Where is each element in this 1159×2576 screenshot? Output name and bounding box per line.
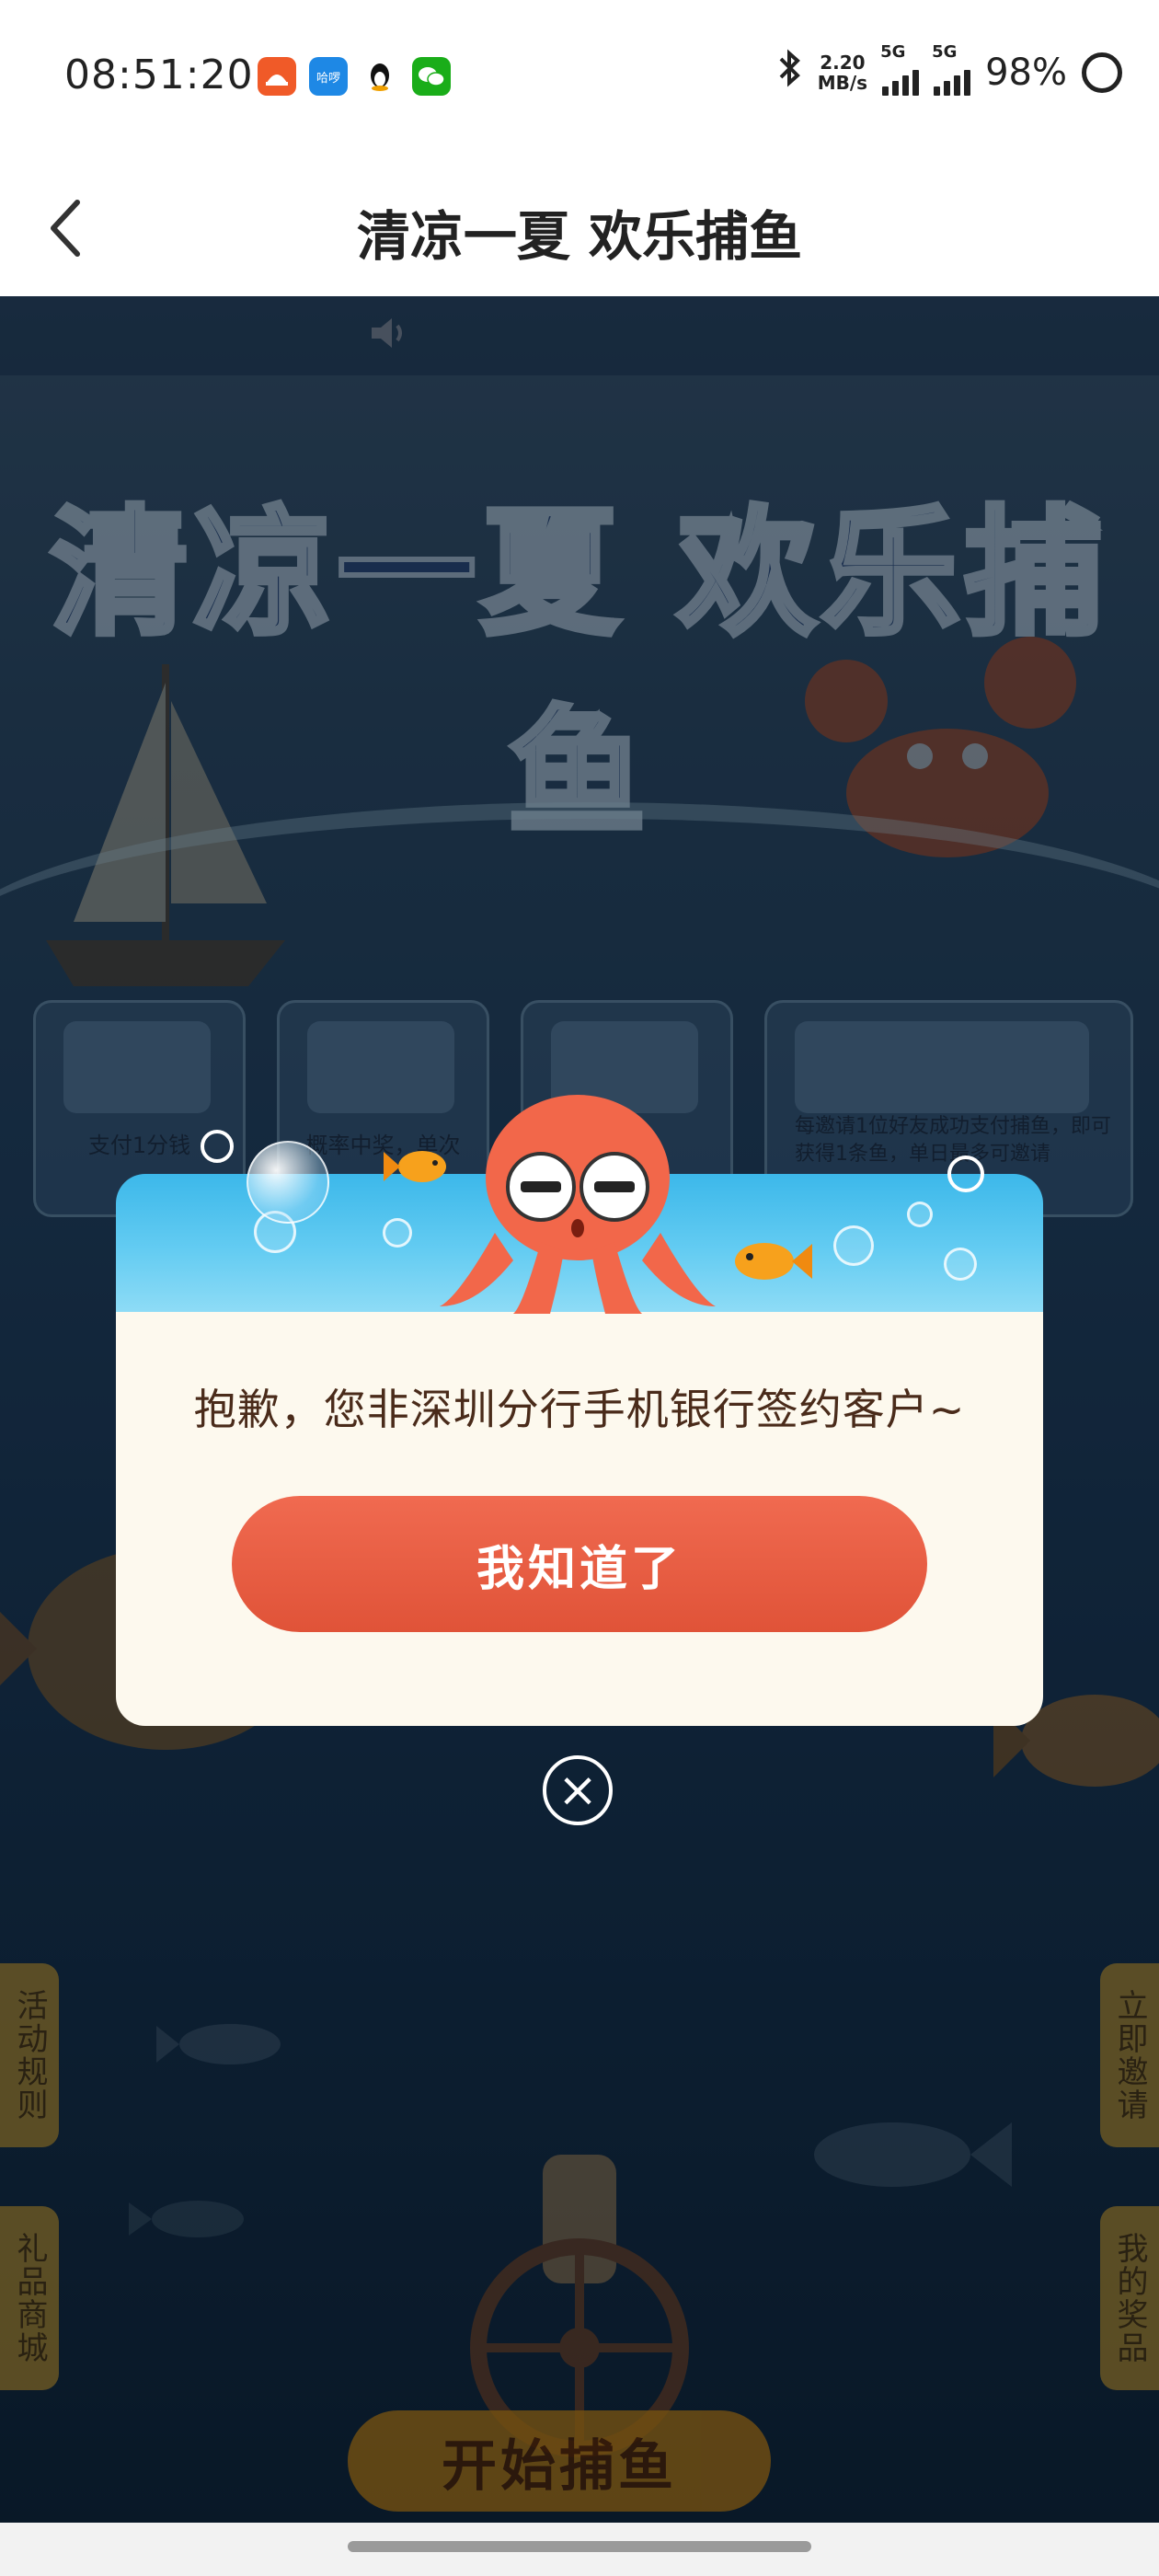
signal-icon: 5G: [932, 42, 971, 96]
signal-type-label: 5G: [932, 42, 958, 62]
bubble-decoration: [944, 1248, 977, 1281]
dialog-message: 抱歉，您非深圳分行手机银行签约客户~: [193, 1385, 966, 1434]
goldfish-icon: [735, 1243, 812, 1280]
signal-bar: [892, 81, 900, 96]
network-speed: 2.20 MB/s: [818, 52, 867, 93]
close-dialog-button[interactable]: ×: [543, 1755, 613, 1825]
confirm-button[interactable]: 我知道了: [232, 1496, 927, 1632]
hat-app-icon: [258, 57, 296, 96]
signal-bar: [912, 70, 920, 96]
page-title: 清凉一夏 欢乐捕鱼: [356, 205, 803, 268]
signal-bar: [902, 75, 910, 96]
bubble-decoration: [907, 1202, 933, 1227]
status-time: 08:51:20: [64, 52, 254, 98]
bubble-decoration: [383, 1218, 412, 1248]
octopus-mascot-icon: [440, 1095, 716, 1314]
signal-bar: [882, 86, 889, 96]
status-bar: 08:51:20 哈啰 2.20 MB/s 5G 5G 98%: [0, 0, 1159, 156]
bubble-decoration: [201, 1130, 234, 1163]
home-indicator[interactable]: [348, 2541, 811, 2552]
network-speed-unit: MB/s: [817, 72, 868, 94]
wechat-icon: [412, 57, 451, 96]
hello-app-label: 哈啰: [316, 71, 340, 86]
signal-type-label: 5G: [880, 42, 906, 62]
close-icon: ×: [557, 1763, 598, 1818]
signal-bar: [944, 81, 951, 96]
network-speed-value: 2.20: [820, 52, 866, 74]
system-nav-bar: [0, 2523, 1159, 2576]
battery-icon: [1082, 52, 1122, 93]
bluetooth-icon: [775, 48, 803, 98]
signal-bar: [954, 75, 961, 96]
signal-bar: [964, 70, 971, 96]
notification-icons: 哈啰: [258, 57, 451, 96]
status-indicators: 2.20 MB/s 5G 5G 98%: [775, 42, 1122, 98]
dialog-body: 抱歉，您非深圳分行手机银行签约客户~ 我知道了: [116, 1312, 1043, 1726]
title-bar: 清凉一夏 欢乐捕鱼: [0, 156, 1159, 296]
hello-app-icon: 哈啰: [309, 57, 348, 96]
bubble-decoration: [833, 1225, 874, 1266]
battery-level: 98%: [985, 52, 1067, 94]
qq-penguin-icon: [361, 57, 399, 96]
bubble-decoration: [947, 1156, 984, 1192]
signal-icon: 5G: [880, 42, 920, 96]
signal-bar: [934, 86, 941, 96]
bubble-decoration: [247, 1141, 329, 1224]
